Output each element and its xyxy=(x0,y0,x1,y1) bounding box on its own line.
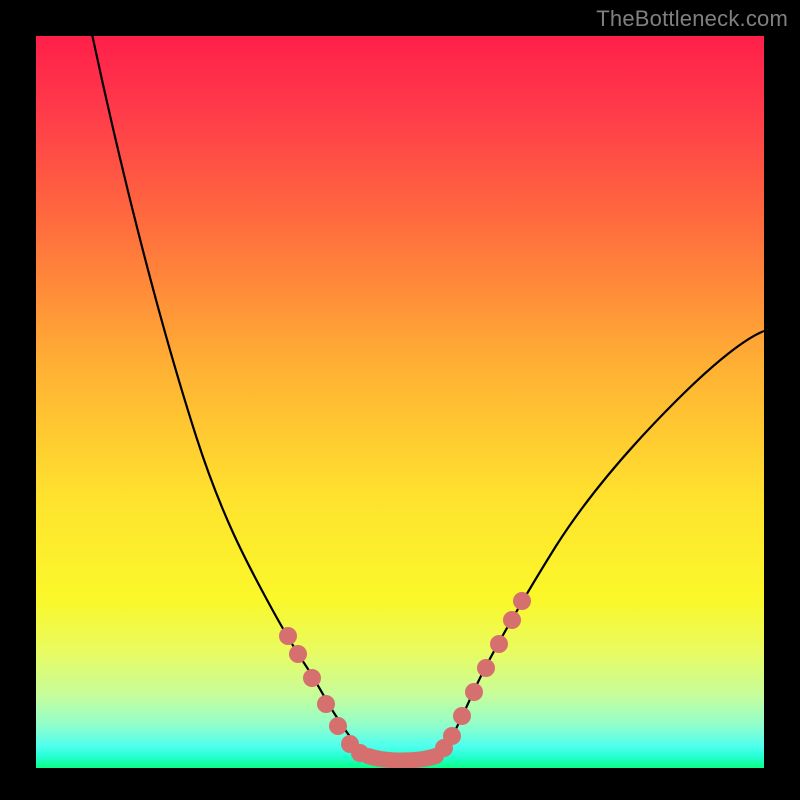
curve-line xyxy=(84,36,764,760)
dot-right-6 xyxy=(490,635,508,653)
dot-right-4 xyxy=(465,683,483,701)
valley-flat-marker xyxy=(368,756,436,761)
chart-svg xyxy=(36,36,764,768)
watermark-text: TheBottleneck.com xyxy=(596,6,788,32)
dot-left-4 xyxy=(317,695,335,713)
dot-left-2 xyxy=(289,645,307,663)
dot-left-1 xyxy=(279,627,297,645)
plot-area xyxy=(36,36,764,768)
dot-right-5 xyxy=(477,659,495,677)
dot-left-3 xyxy=(303,669,321,687)
dot-right-2 xyxy=(443,727,461,745)
dot-left-7 xyxy=(351,744,369,762)
dot-right-3 xyxy=(453,707,471,725)
outer-frame: TheBottleneck.com xyxy=(0,0,800,800)
dot-right-7 xyxy=(503,611,521,629)
dot-right-8 xyxy=(513,592,531,610)
dot-left-5 xyxy=(329,717,347,735)
